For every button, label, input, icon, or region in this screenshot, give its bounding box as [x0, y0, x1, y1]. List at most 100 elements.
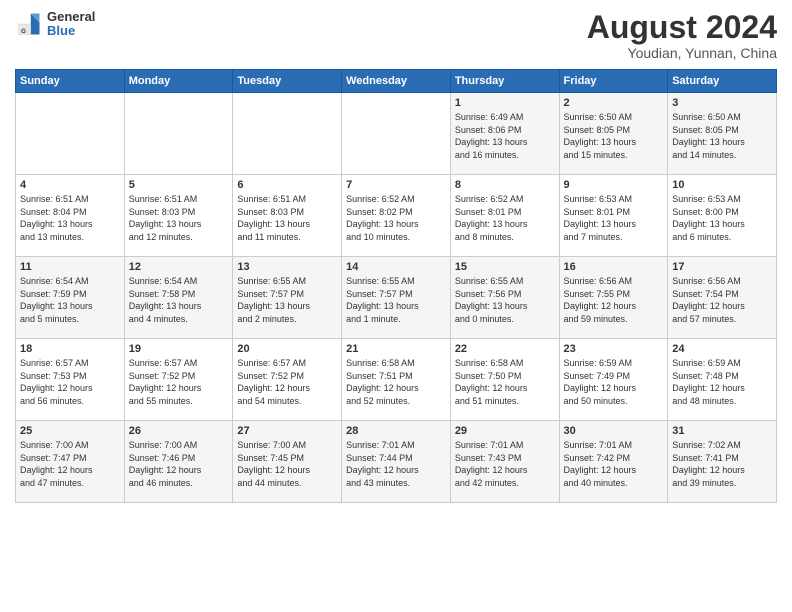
- weekday-header-monday: Monday: [124, 70, 233, 93]
- day-info: Sunrise: 6:52 AM Sunset: 8:02 PM Dayligh…: [346, 193, 446, 243]
- calendar-cell: 8 Sunrise: 6:52 AM Sunset: 8:01 PM Daylig…: [450, 175, 559, 257]
- day-number: 10: [672, 179, 772, 191]
- calendar-cell: 9 Sunrise: 6:53 AM Sunset: 8:01 PM Daylig…: [559, 175, 668, 257]
- day-number: 31: [672, 425, 772, 437]
- week-row-3: 11 Sunrise: 6:54 AM Sunset: 7:59 PM Dayli…: [16, 257, 777, 339]
- day-info: Sunrise: 6:58 AM Sunset: 7:50 PM Dayligh…: [455, 357, 555, 407]
- day-number: 18: [20, 343, 120, 355]
- day-info: Sunrise: 6:53 AM Sunset: 8:00 PM Dayligh…: [672, 193, 772, 243]
- day-number: 21: [346, 343, 446, 355]
- location: Youdian, Yunnan, China: [587, 45, 777, 61]
- day-info: Sunrise: 6:56 AM Sunset: 7:55 PM Dayligh…: [564, 275, 664, 325]
- calendar-cell: 2 Sunrise: 6:50 AM Sunset: 8:05 PM Daylig…: [559, 93, 668, 175]
- calendar-cell: 22Sunrise: 6:58 AM Sunset: 7:50 PM Dayli…: [450, 339, 559, 421]
- calendar-cell: 25 Sunrise: 7:00 AM Sunset: 7:47 PM Dayli…: [16, 421, 125, 503]
- day-info: Sunrise: 6:53 AM Sunset: 8:01 PM Dayligh…: [564, 193, 664, 243]
- day-info: Sunrise: 6:55 AM Sunset: 7:57 PM Dayligh…: [346, 275, 446, 325]
- calendar-cell: [16, 93, 125, 175]
- day-number: 14: [346, 261, 446, 273]
- calendar-cell: 6 Sunrise: 6:51 AM Sunset: 8:03 PM Daylig…: [233, 175, 342, 257]
- day-number: 8: [455, 179, 555, 191]
- day-number: 1: [455, 97, 555, 109]
- day-info: Sunrise: 6:51 AM Sunset: 8:03 PM Dayligh…: [237, 193, 337, 243]
- calendar-cell: 17 Sunrise: 6:56 AM Sunset: 7:54 PM Dayli…: [668, 257, 777, 339]
- day-number: 11: [20, 261, 120, 273]
- day-number: 5: [129, 179, 229, 191]
- day-number: 24: [672, 343, 772, 355]
- week-row-5: 25 Sunrise: 7:00 AM Sunset: 7:47 PM Dayli…: [16, 421, 777, 503]
- day-info: Sunrise: 6:50 AM Sunset: 8:05 PM Dayligh…: [564, 111, 664, 161]
- calendar-cell: 1Sunrise: 6:49 AM Sunset: 8:06 PM Daylig…: [450, 93, 559, 175]
- day-number: 17: [672, 261, 772, 273]
- svg-text:G: G: [21, 28, 26, 35]
- weekday-header-thursday: Thursday: [450, 70, 559, 93]
- calendar-cell: 4Sunrise: 6:51 AM Sunset: 8:04 PM Daylig…: [16, 175, 125, 257]
- day-number: 27: [237, 425, 337, 437]
- day-number: 7: [346, 179, 446, 191]
- calendar-cell: 5Sunrise: 6:51 AM Sunset: 8:03 PM Daylig…: [124, 175, 233, 257]
- day-info: Sunrise: 7:01 AM Sunset: 7:42 PM Dayligh…: [564, 439, 664, 489]
- week-row-4: 18 Sunrise: 6:57 AM Sunset: 7:53 PM Dayli…: [16, 339, 777, 421]
- day-info: Sunrise: 7:00 AM Sunset: 7:46 PM Dayligh…: [129, 439, 229, 489]
- month-title: August 2024: [587, 10, 777, 45]
- calendar-cell: 15Sunrise: 6:55 AM Sunset: 7:56 PM Dayli…: [450, 257, 559, 339]
- day-info: Sunrise: 6:51 AM Sunset: 8:04 PM Dayligh…: [20, 193, 120, 243]
- weekday-header-wednesday: Wednesday: [342, 70, 451, 93]
- calendar-cell: 16Sunrise: 6:56 AM Sunset: 7:55 PM Dayli…: [559, 257, 668, 339]
- day-number: 3: [672, 97, 772, 109]
- calendar-cell: 29 Sunrise: 7:01 AM Sunset: 7:43 PM Dayli…: [450, 421, 559, 503]
- calendar-cell: 13 Sunrise: 6:55 AM Sunset: 7:57 PM Dayli…: [233, 257, 342, 339]
- calendar-cell: 30Sunrise: 7:01 AM Sunset: 7:42 PM Dayli…: [559, 421, 668, 503]
- calendar-cell: 18 Sunrise: 6:57 AM Sunset: 7:53 PM Dayli…: [16, 339, 125, 421]
- calendar-cell: 27 Sunrise: 7:00 AM Sunset: 7:45 PM Dayli…: [233, 421, 342, 503]
- day-number: 25: [20, 425, 120, 437]
- calendar-cell: 10 Sunrise: 6:53 AM Sunset: 8:00 PM Dayli…: [668, 175, 777, 257]
- day-info: Sunrise: 7:01 AM Sunset: 7:43 PM Dayligh…: [455, 439, 555, 489]
- title-block: August 2024 Youdian, Yunnan, China: [587, 10, 777, 61]
- day-number: 29: [455, 425, 555, 437]
- logo: G General Blue: [15, 10, 95, 39]
- calendar-cell: 14 Sunrise: 6:55 AM Sunset: 7:57 PM Dayli…: [342, 257, 451, 339]
- day-info: Sunrise: 7:01 AM Sunset: 7:44 PM Dayligh…: [346, 439, 446, 489]
- day-info: Sunrise: 6:57 AM Sunset: 7:52 PM Dayligh…: [237, 357, 337, 407]
- calendar-cell: 21 Sunrise: 6:58 AM Sunset: 7:51 PM Dayli…: [342, 339, 451, 421]
- day-info: Sunrise: 6:52 AM Sunset: 8:01 PM Dayligh…: [455, 193, 555, 243]
- day-info: Sunrise: 6:56 AM Sunset: 7:54 PM Dayligh…: [672, 275, 772, 325]
- calendar-cell: [342, 93, 451, 175]
- calendar-cell: 24 Sunrise: 6:59 AM Sunset: 7:48 PM Dayli…: [668, 339, 777, 421]
- main-container: G General Blue August 2024 Youdian, Yunn…: [0, 0, 792, 508]
- logo-general: General: [47, 10, 95, 24]
- day-info: Sunrise: 7:00 AM Sunset: 7:47 PM Dayligh…: [20, 439, 120, 489]
- calendar-cell: [124, 93, 233, 175]
- weekday-header-row: SundayMondayTuesdayWednesdayThursdayFrid…: [16, 70, 777, 93]
- logo-icon: G: [15, 10, 43, 38]
- day-info: Sunrise: 7:02 AM Sunset: 7:41 PM Dayligh…: [672, 439, 772, 489]
- day-number: 13: [237, 261, 337, 273]
- day-info: Sunrise: 6:54 AM Sunset: 7:59 PM Dayligh…: [20, 275, 120, 325]
- calendar-cell: 28Sunrise: 7:01 AM Sunset: 7:44 PM Dayli…: [342, 421, 451, 503]
- calendar-cell: 26Sunrise: 7:00 AM Sunset: 7:46 PM Dayli…: [124, 421, 233, 503]
- logo-blue: Blue: [47, 24, 95, 38]
- day-info: Sunrise: 6:57 AM Sunset: 7:53 PM Dayligh…: [20, 357, 120, 407]
- day-info: Sunrise: 7:00 AM Sunset: 7:45 PM Dayligh…: [237, 439, 337, 489]
- calendar-cell: 20Sunrise: 6:57 AM Sunset: 7:52 PM Dayli…: [233, 339, 342, 421]
- calendar-cell: 12 Sunrise: 6:54 AM Sunset: 7:58 PM Dayli…: [124, 257, 233, 339]
- day-number: 12: [129, 261, 229, 273]
- day-info: Sunrise: 6:54 AM Sunset: 7:58 PM Dayligh…: [129, 275, 229, 325]
- day-info: Sunrise: 6:57 AM Sunset: 7:52 PM Dayligh…: [129, 357, 229, 407]
- day-number: 15: [455, 261, 555, 273]
- weekday-header-saturday: Saturday: [668, 70, 777, 93]
- day-number: 6: [237, 179, 337, 191]
- day-info: Sunrise: 6:58 AM Sunset: 7:51 PM Dayligh…: [346, 357, 446, 407]
- day-info: Sunrise: 6:55 AM Sunset: 7:57 PM Dayligh…: [237, 275, 337, 325]
- day-info: Sunrise: 6:59 AM Sunset: 7:49 PM Dayligh…: [564, 357, 664, 407]
- weekday-header-tuesday: Tuesday: [233, 70, 342, 93]
- week-row-2: 4Sunrise: 6:51 AM Sunset: 8:04 PM Daylig…: [16, 175, 777, 257]
- day-number: 9: [564, 179, 664, 191]
- day-number: 2: [564, 97, 664, 109]
- calendar-cell: 19Sunrise: 6:57 AM Sunset: 7:52 PM Dayli…: [124, 339, 233, 421]
- calendar-table: SundayMondayTuesdayWednesdayThursdayFrid…: [15, 69, 777, 503]
- day-info: Sunrise: 6:59 AM Sunset: 7:48 PM Dayligh…: [672, 357, 772, 407]
- day-info: Sunrise: 6:50 AM Sunset: 8:05 PM Dayligh…: [672, 111, 772, 161]
- header: G General Blue August 2024 Youdian, Yunn…: [15, 10, 777, 61]
